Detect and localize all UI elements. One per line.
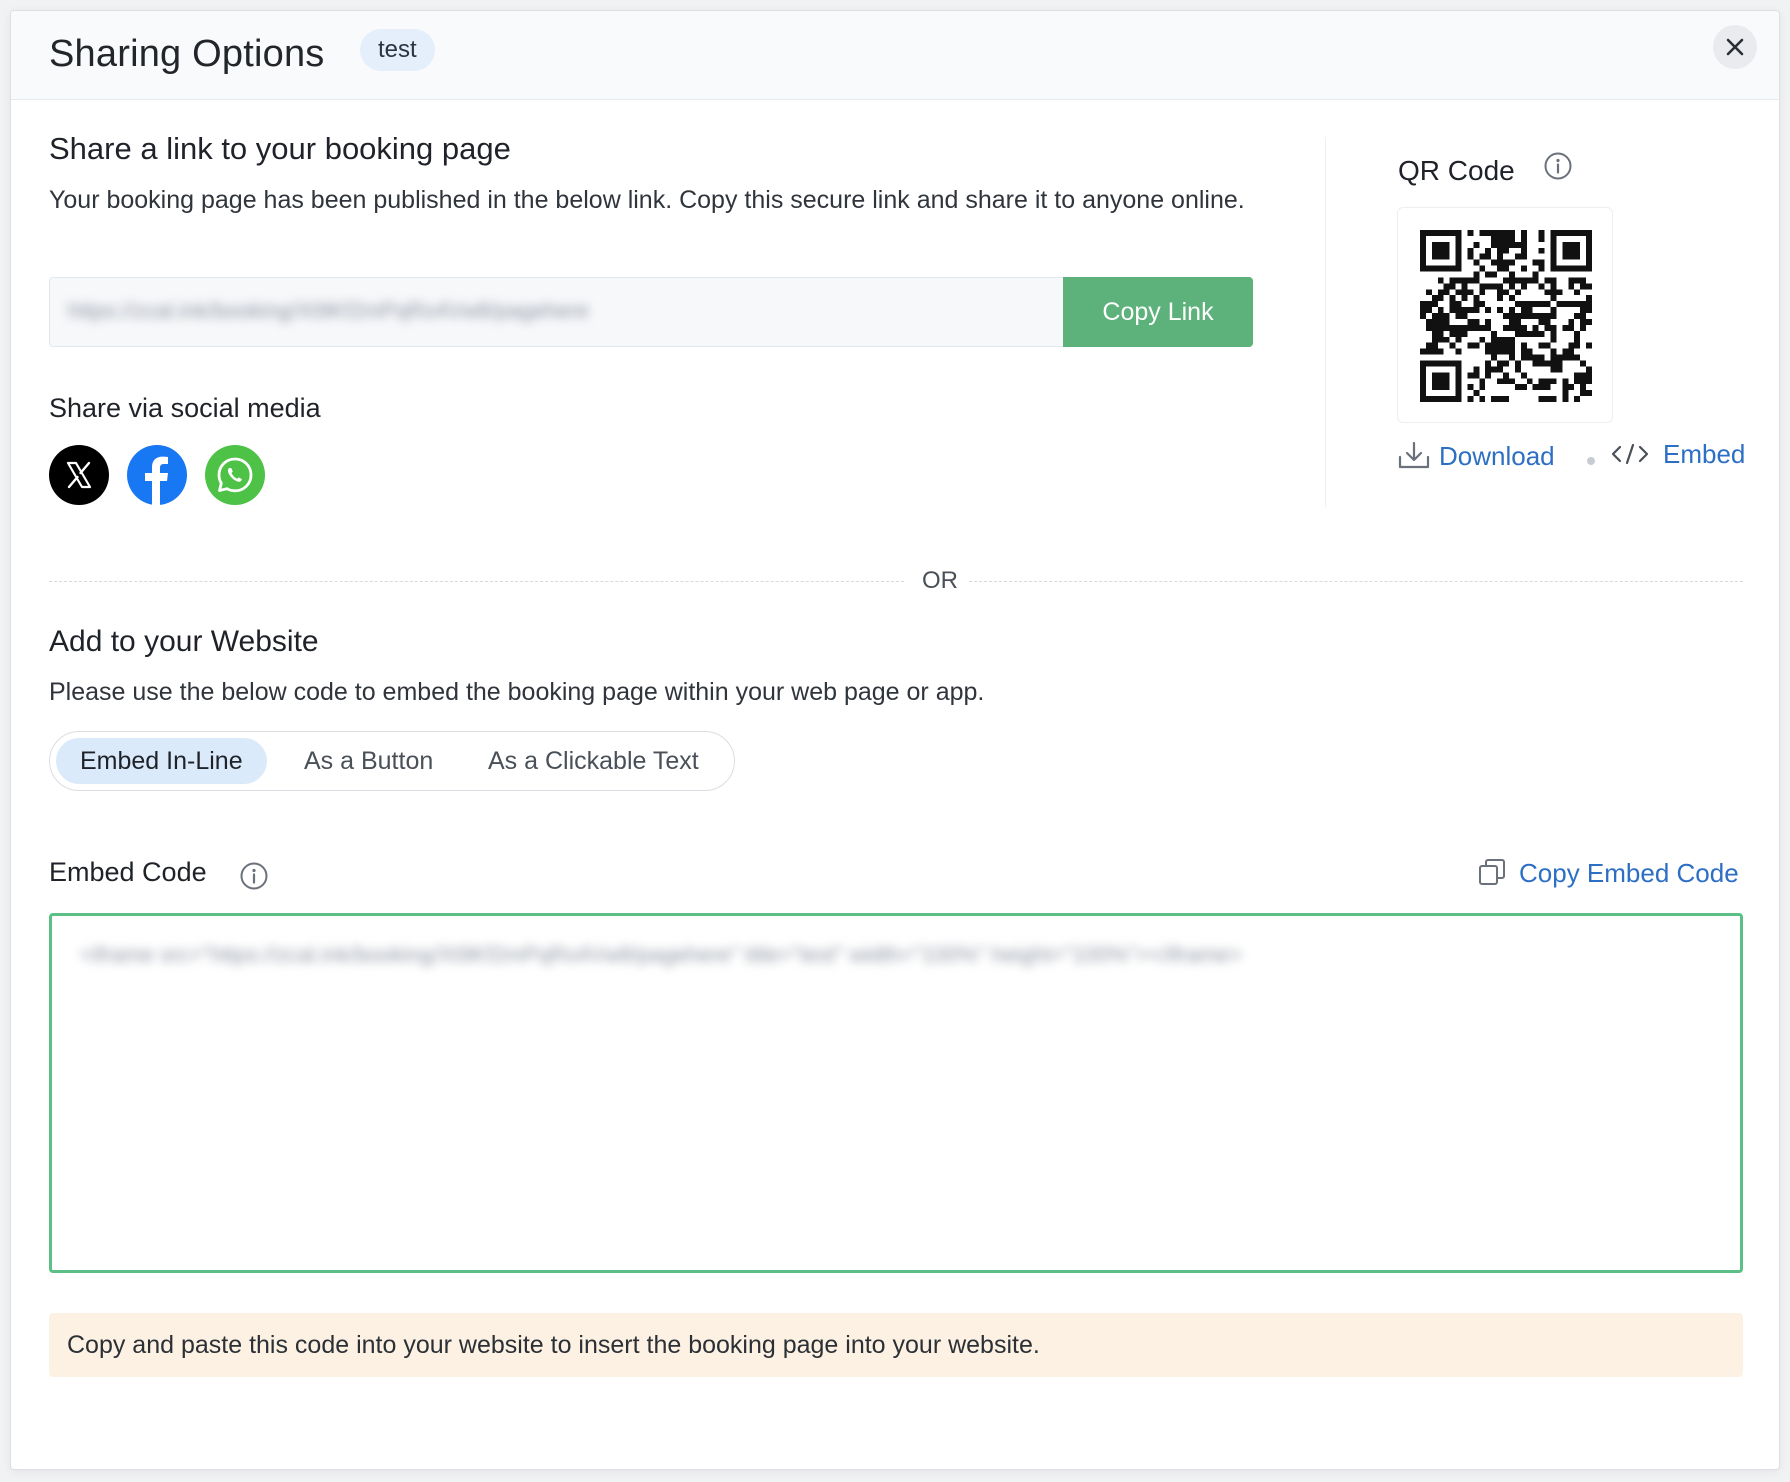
divider-line-left <box>49 581 904 582</box>
divider-line-right <box>969 581 1743 582</box>
qr-code-card <box>1397 207 1613 423</box>
embed-type-tabs: Embed In-Line As a Button As a Clickable… <box>49 731 735 791</box>
embed-instruction-note: Copy and paste this code into your websi… <box>49 1313 1743 1377</box>
embed-code-textarea[interactable]: <iframe src="https://zcal.ink/booking/Xt… <box>49 913 1743 1273</box>
download-qr-link[interactable]: Download <box>1397 439 1555 472</box>
vertical-divider <box>1325 137 1326 507</box>
x-logo-icon <box>66 461 92 489</box>
booking-link-url: https://zcal.ink/booking/Xt9Kf2mPqRs4Vw8… <box>68 298 589 323</box>
embed-qr-link[interactable]: Embed <box>1611 439 1745 470</box>
share-link-heading: Share a link to your booking page <box>49 131 511 166</box>
modal-header: Sharing Options test <box>11 11 1779 100</box>
separator-dot <box>1587 457 1595 465</box>
share-x-button[interactable] <box>49 445 109 505</box>
website-heading: Add to your Website <box>49 625 319 658</box>
or-label: OR <box>922 567 958 594</box>
embed-code-text: <iframe src="https://zcal.ink/booking/Xt… <box>80 942 1242 967</box>
embed-label: Embed <box>1663 439 1746 469</box>
website-description: Please use the below code to embed the b… <box>49 678 985 706</box>
tab-as-clickable-text[interactable]: As a Clickable Text <box>464 738 723 784</box>
close-button[interactable] <box>1713 25 1757 69</box>
or-divider: OR <box>49 567 1743 597</box>
download-icon <box>1398 441 1430 469</box>
copy-link-button[interactable]: Copy Link <box>1063 277 1253 347</box>
share-whatsapp-button[interactable] <box>205 445 265 505</box>
close-icon <box>1726 38 1744 56</box>
tab-embed-inline[interactable]: Embed In-Line <box>56 738 267 784</box>
code-icon <box>1611 443 1649 465</box>
modal-title: Sharing Options <box>49 33 325 75</box>
event-tag: test <box>360 29 435 71</box>
copy-embed-code-label: Copy Embed Code <box>1519 858 1739 888</box>
booking-link-field[interactable]: https://zcal.ink/booking/Xt9Kf2mPqRs4Vw8… <box>49 277 1066 347</box>
sharing-options-modal: Sharing Options test Share a link to you… <box>10 10 1780 1470</box>
embed-code-label: Embed Code <box>49 857 207 887</box>
download-label: Download <box>1439 441 1555 471</box>
qr-info-icon[interactable] <box>1543 151 1573 181</box>
copy-icon <box>1479 859 1505 885</box>
social-heading: Share via social media <box>49 393 321 423</box>
share-facebook-button[interactable] <box>127 445 187 505</box>
copy-embed-code-link[interactable]: Copy Embed Code <box>1477 857 1739 889</box>
tab-as-button[interactable]: As a Button <box>280 738 457 784</box>
whatsapp-logo-icon <box>217 457 253 493</box>
share-link-description: Your booking page has been published in … <box>49 186 1245 214</box>
qr-code-image <box>1420 230 1592 402</box>
embed-code-info-icon[interactable] <box>239 861 269 891</box>
qr-code-title: QR Code <box>1398 155 1515 186</box>
facebook-logo-icon <box>145 456 168 505</box>
